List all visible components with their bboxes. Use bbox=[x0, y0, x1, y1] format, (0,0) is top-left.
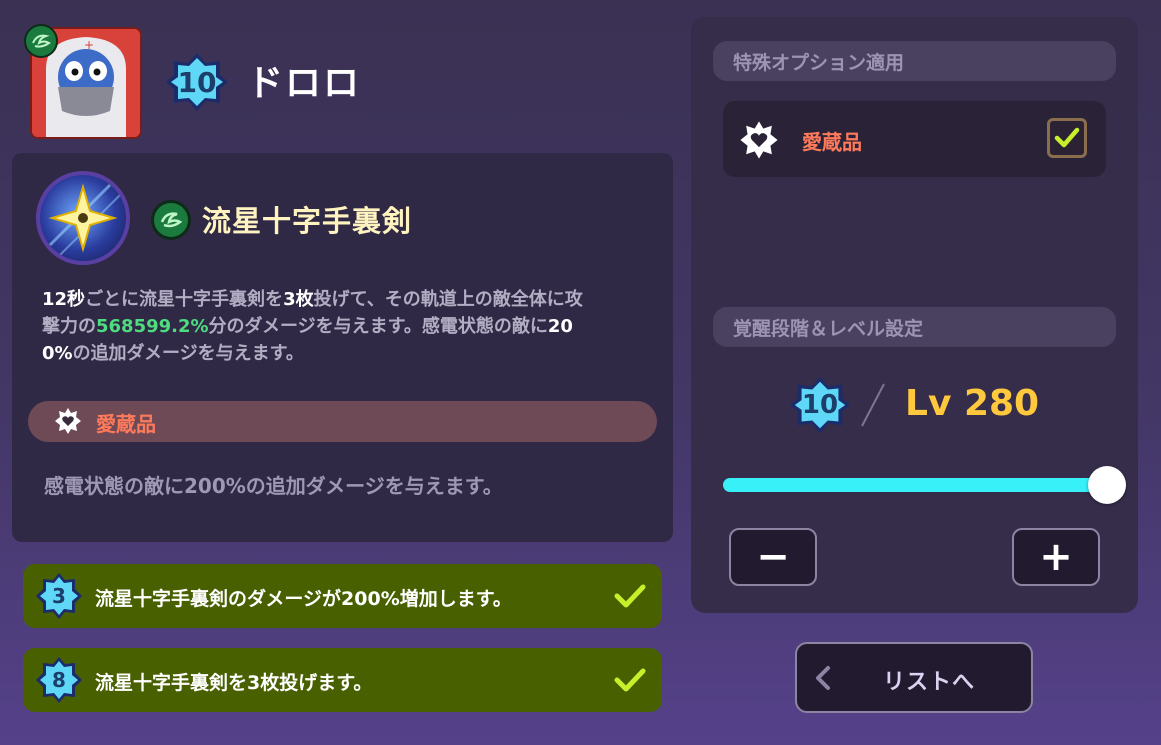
check-icon bbox=[614, 668, 646, 692]
special-option-header: 特殊オプション適用 bbox=[713, 41, 1116, 81]
desc-bonus-part2: 0% bbox=[42, 343, 73, 364]
level-slider-track[interactable] bbox=[723, 478, 1107, 492]
plus-icon: + bbox=[1039, 534, 1073, 580]
desc-text: ごとに流星十字手裏剣を bbox=[85, 289, 284, 310]
divider-slash bbox=[861, 383, 885, 427]
desc-text: 分のダメージを与えます。感電状態の敵に bbox=[208, 316, 548, 337]
level-slider-thumb[interactable] bbox=[1088, 466, 1126, 504]
minus-icon: − bbox=[756, 534, 790, 580]
heart-star-icon bbox=[739, 120, 779, 160]
skill-description: 12秒ごとに流星十字手裏剣を3枚投げて、その軌道上の敵全体に攻撃力の568599… bbox=[42, 286, 642, 367]
upgrade-text: 流星十字手裏剣のダメージが200%増加します。 bbox=[95, 588, 512, 610]
upgrade-level: 8 bbox=[52, 668, 66, 692]
awakening-level: 10 bbox=[801, 390, 839, 420]
upgrade-level-badge: 3 bbox=[35, 572, 83, 620]
desc-bonus-part1: 20 bbox=[547, 316, 573, 337]
treasure-description: 感電状態の敵に200%の追加ダメージを与えます。 bbox=[44, 474, 503, 498]
desc-text: 投げて、その軌道上の敵全体に攻 bbox=[313, 289, 583, 310]
upgrade-text: 流星十字手裏剣を3枚投げます。 bbox=[95, 672, 373, 694]
back-to-list-label: リストへ bbox=[883, 670, 976, 695]
treasure-option-label: 愛蔵品 bbox=[802, 130, 862, 154]
treasure-option-checkbox[interactable] bbox=[1047, 118, 1087, 158]
character-name: ドロロ bbox=[247, 63, 362, 104]
decrease-level-button[interactable]: − bbox=[729, 528, 817, 586]
upgrade-row: 3 流星十字手裏剣のダメージが200%増加します。 bbox=[23, 564, 662, 628]
check-icon bbox=[1054, 127, 1080, 148]
level-value: Lv 280 bbox=[905, 383, 1040, 424]
element-wind-icon bbox=[24, 24, 58, 58]
desc-interval: 12秒 bbox=[42, 289, 86, 310]
desc-text: 撃力の bbox=[42, 316, 96, 337]
back-to-list-button[interactable]: リストへ bbox=[795, 642, 1033, 713]
upgrade-row: 8 流星十字手裏剣を3枚投げます。 bbox=[23, 648, 662, 712]
upgrade-level-badge: 8 bbox=[35, 656, 83, 704]
desc-text: の追加ダメージを与えます。 bbox=[72, 343, 304, 364]
svg-text:+: + bbox=[84, 38, 94, 52]
element-wind-icon bbox=[151, 200, 191, 240]
treasure-label: 愛蔵品 bbox=[96, 412, 156, 436]
desc-count: 3枚 bbox=[283, 289, 314, 310]
desc-damage-percent: 568599.2% bbox=[96, 316, 209, 337]
awakening-star-badge: 10 bbox=[788, 373, 852, 437]
chevron-left-icon bbox=[816, 666, 830, 690]
awakening-star-badge: 10 bbox=[164, 51, 230, 113]
skill-name: 流星十字手裏剣 bbox=[202, 204, 413, 238]
check-icon bbox=[614, 584, 646, 608]
heart-star-icon bbox=[54, 407, 82, 435]
awakening-level: 10 bbox=[177, 65, 217, 99]
awakening-level-header: 覚醒段階＆レベル設定 bbox=[713, 307, 1116, 347]
shuriken-skill-icon bbox=[36, 171, 130, 265]
increase-level-button[interactable]: + bbox=[1012, 528, 1100, 586]
upgrade-level: 3 bbox=[52, 584, 66, 608]
